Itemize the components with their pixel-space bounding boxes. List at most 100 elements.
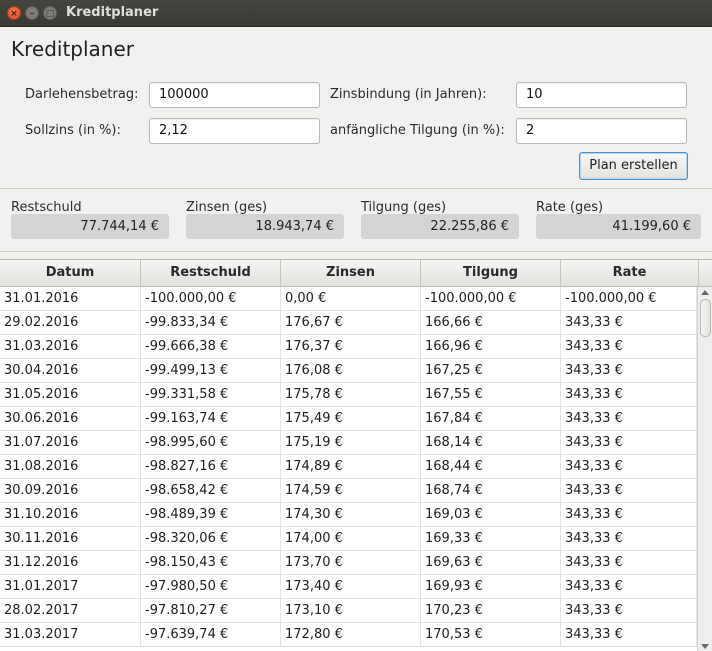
maximize-window-button[interactable]: □ bbox=[43, 6, 57, 20]
cell-datum: 31.03.2017 bbox=[0, 623, 141, 647]
cell-restschuld: -98.658,42 € bbox=[141, 479, 281, 503]
table-row[interactable]: 29.02.2016 -99.833,34 €176,67 €166,66 €34… bbox=[0, 311, 697, 335]
table-row[interactable]: 30.04.2016 -99.499,13 €176,08 €167,25 €34… bbox=[0, 359, 697, 383]
cell-restschuld: -99.499,13 € bbox=[141, 359, 281, 383]
window-titlebar: × – □ Kreditplaner bbox=[0, 0, 712, 27]
cell-datum: 31.12.2016 bbox=[0, 551, 141, 575]
table-row[interactable]: 31.12.2016 -98.150,43 €173,70 €169,63 €34… bbox=[0, 551, 697, 575]
cell-restschuld: -99.163,74 € bbox=[141, 407, 281, 431]
cell-zinsen: 0,00 € bbox=[281, 287, 421, 311]
cell-datum: 31.05.2016 bbox=[0, 383, 141, 407]
summary-value-tilgung: 22.255,86 € bbox=[361, 214, 519, 239]
zinsbindung-label: Zinsbindung (in Jahren): bbox=[330, 87, 487, 102]
cell-tilgung: 169,33 € bbox=[421, 527, 561, 551]
table-row[interactable]: 28.02.2017 -97.810,27 €173,10 €170,23 €34… bbox=[0, 599, 697, 623]
cell-datum: 30.04.2016 bbox=[0, 359, 141, 383]
cell-tilgung: 168,74 € bbox=[421, 479, 561, 503]
close-window-button[interactable]: × bbox=[7, 6, 21, 20]
table-row[interactable]: 31.01.2016 -100.000,00 €0,00 € -100.000,00… bbox=[0, 287, 697, 311]
cell-restschuld: -100.000,00 € bbox=[141, 287, 281, 311]
cell-datum: 31.10.2016 bbox=[0, 503, 141, 527]
cell-datum: 30.11.2016 bbox=[0, 527, 141, 551]
table-row[interactable]: 31.10.2016 -98.489,39 €174,30 €169,03 €34… bbox=[0, 503, 697, 527]
summary-value-rate: 41.199,60 € bbox=[536, 214, 701, 239]
cell-rate: 343,33 € bbox=[561, 599, 697, 623]
cell-zinsen: 175,19 € bbox=[281, 431, 421, 455]
cell-datum: 28.02.2017 bbox=[0, 599, 141, 623]
cell-tilgung: 168,14 € bbox=[421, 431, 561, 455]
cell-rate: 343,33 € bbox=[561, 455, 697, 479]
column-header-zinsen[interactable]: Zinsen bbox=[281, 260, 421, 287]
cell-restschuld: -98.995,60 € bbox=[141, 431, 281, 455]
tilgung-field[interactable]: 2 bbox=[516, 118, 687, 144]
window-title: Kreditplaner bbox=[66, 5, 159, 20]
table-row[interactable]: 31.05.2016 -99.331,58 €175,78 €167,55 €34… bbox=[0, 383, 697, 407]
column-header-restschuld[interactable]: Restschuld bbox=[141, 260, 281, 287]
zinsbindung-field[interactable]: 10 bbox=[516, 82, 687, 108]
minimize-window-button[interactable]: – bbox=[25, 6, 39, 20]
cell-tilgung: 167,84 € bbox=[421, 407, 561, 431]
cell-rate: 343,33 € bbox=[561, 503, 697, 527]
table-header: Datum Restschuld Zinsen Tilgung Rate bbox=[0, 260, 712, 287]
cell-tilgung: 167,25 € bbox=[421, 359, 561, 383]
sollzins-field[interactable]: 2,12 bbox=[149, 118, 320, 144]
cell-zinsen: 176,67 € bbox=[281, 311, 421, 335]
cell-rate: 343,33 € bbox=[561, 359, 697, 383]
table-row[interactable]: 30.11.2016 -98.320,06 €174,00 €169,33 €34… bbox=[0, 527, 697, 551]
cell-restschuld: -98.320,06 € bbox=[141, 527, 281, 551]
scroll-down-icon[interactable] bbox=[701, 644, 709, 649]
summary-value-restschuld: 77.744,14 € bbox=[11, 214, 169, 239]
cell-datum: 31.08.2016 bbox=[0, 455, 141, 479]
summary-label-restschuld: Restschuld bbox=[11, 200, 82, 215]
cell-datum: 29.02.2016 bbox=[0, 311, 141, 335]
summary-value-zinsen: 18.943,74 € bbox=[186, 214, 344, 239]
cell-rate: 343,33 € bbox=[561, 407, 697, 431]
plan-erstellen-button[interactable]: Plan erstellen bbox=[579, 152, 688, 180]
cell-restschuld: -99.833,34 € bbox=[141, 311, 281, 335]
cell-datum: 31.07.2016 bbox=[0, 431, 141, 455]
sollzins-label: Sollzins (in %): bbox=[25, 123, 121, 138]
table-row[interactable]: 31.03.2017 -97.639,74 €172,80 €170,53 €34… bbox=[0, 623, 697, 647]
table-row[interactable]: 31.08.2016 -98.827,16 €174,89 €168,44 €34… bbox=[0, 455, 697, 479]
cell-rate: 343,33 € bbox=[561, 551, 697, 575]
cell-rate: 343,33 € bbox=[561, 383, 697, 407]
scroll-up-icon[interactable] bbox=[701, 290, 709, 295]
cell-zinsen: 176,37 € bbox=[281, 335, 421, 359]
table-row[interactable]: 30.06.2016 -99.163,74 €175,49 €167,84 €34… bbox=[0, 407, 697, 431]
cell-restschuld: -99.331,58 € bbox=[141, 383, 281, 407]
cell-restschuld: -97.980,50 € bbox=[141, 575, 281, 599]
column-header-datum[interactable]: Datum bbox=[0, 260, 141, 287]
cell-tilgung: 169,03 € bbox=[421, 503, 561, 527]
cell-datum: 30.06.2016 bbox=[0, 407, 141, 431]
cell-zinsen: 173,10 € bbox=[281, 599, 421, 623]
cell-rate: 343,33 € bbox=[561, 527, 697, 551]
cell-restschuld: -97.639,74 € bbox=[141, 623, 281, 647]
summary-label-zinsen: Zinsen (ges) bbox=[186, 200, 268, 215]
cell-zinsen: 175,78 € bbox=[281, 383, 421, 407]
darlehensbetrag-label: Darlehensbetrag: bbox=[25, 87, 139, 102]
cell-tilgung: 168,44 € bbox=[421, 455, 561, 479]
cell-datum: 30.09.2016 bbox=[0, 479, 141, 503]
cell-datum: 31.03.2016 bbox=[0, 335, 141, 359]
cell-tilgung: 166,96 € bbox=[421, 335, 561, 359]
scrollbar-thumb[interactable] bbox=[700, 299, 711, 337]
table-row[interactable]: 31.07.2016 -98.995,60 €175,19 €168,14 €34… bbox=[0, 431, 697, 455]
table-row[interactable]: 31.01.2017 -97.980,50 €173,40 €169,93 €34… bbox=[0, 575, 697, 599]
vertical-scrollbar[interactable] bbox=[697, 287, 712, 651]
cell-datum: 31.01.2016 bbox=[0, 287, 141, 311]
cell-rate: 343,33 € bbox=[561, 623, 697, 647]
summary-label-tilgung: Tilgung (ges) bbox=[361, 200, 447, 215]
column-header-tilgung[interactable]: Tilgung bbox=[421, 260, 561, 287]
darlehensbetrag-field[interactable]: 100000 bbox=[149, 82, 320, 108]
table-row[interactable]: 30.09.2016 -98.658,42 €174,59 €168,74 €34… bbox=[0, 479, 697, 503]
table-row[interactable]: 31.03.2016 -99.666,38 €176,37 €166,96 €34… bbox=[0, 335, 697, 359]
cell-rate: 343,33 € bbox=[561, 311, 697, 335]
cell-zinsen: 176,08 € bbox=[281, 359, 421, 383]
plan-table: Datum Restschuld Zinsen Tilgung Rate 31.… bbox=[0, 259, 712, 651]
tilgung-label: anfängliche Tilgung (in %): bbox=[330, 123, 505, 138]
cell-rate: 343,33 € bbox=[561, 575, 697, 599]
cell-zinsen: 172,80 € bbox=[281, 623, 421, 647]
cell-zinsen: 175,49 € bbox=[281, 407, 421, 431]
cell-zinsen: 173,40 € bbox=[281, 575, 421, 599]
column-header-rate[interactable]: Rate bbox=[561, 260, 699, 287]
